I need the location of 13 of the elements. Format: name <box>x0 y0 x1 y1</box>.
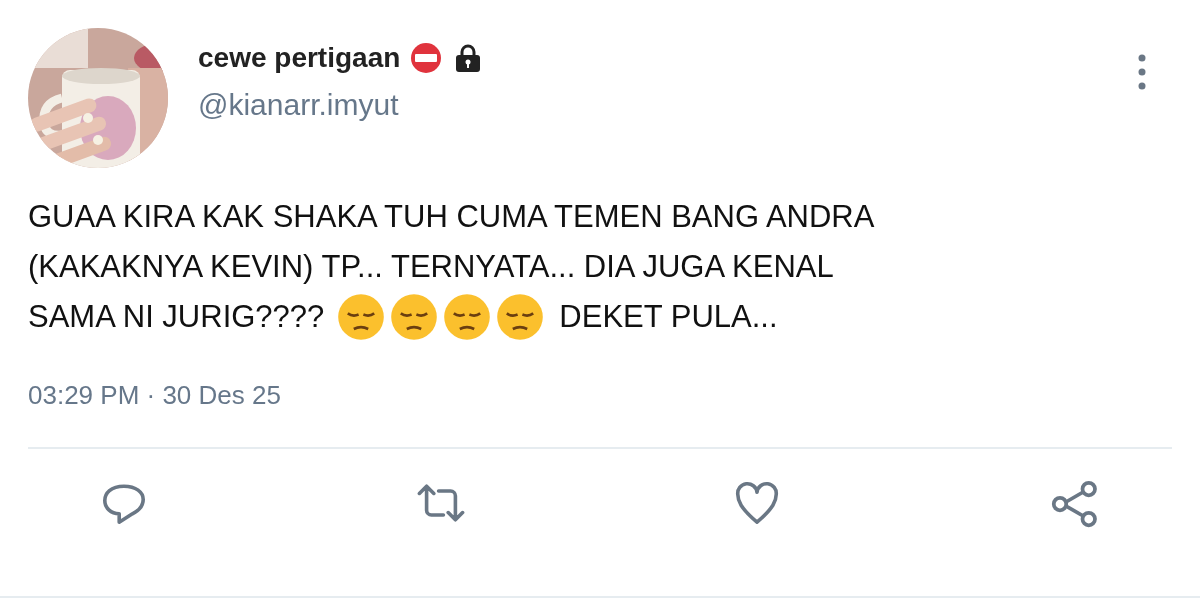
share-icon[interactable] <box>1049 479 1100 529</box>
pensive-face-icon <box>390 293 439 341</box>
timestamp: 03:29 PM · 30 Des 25 <box>28 380 281 411</box>
tweet-text: (KAKAKNYA KEVIN) TP... TERNYATA... DIA JUGA KENAL <box>28 248 834 286</box>
no-entry-icon <box>410 42 443 74</box>
pensive-face-icon <box>496 293 545 341</box>
tweet-text: GUAA KIRA KAK SHAKA TUH CUMA TEMEN BANG ANDRA <box>28 198 875 236</box>
pensive-face-icon <box>443 293 492 341</box>
pensive-face-icon <box>337 293 386 341</box>
display-name: cewe pertigaan <box>198 42 401 74</box>
user-handle: @kianarr.imyut <box>198 88 400 122</box>
tweet-text: SAMA NI JURIG???? <box>28 298 325 336</box>
tweet-text: DEKET PULA... <box>559 298 778 336</box>
